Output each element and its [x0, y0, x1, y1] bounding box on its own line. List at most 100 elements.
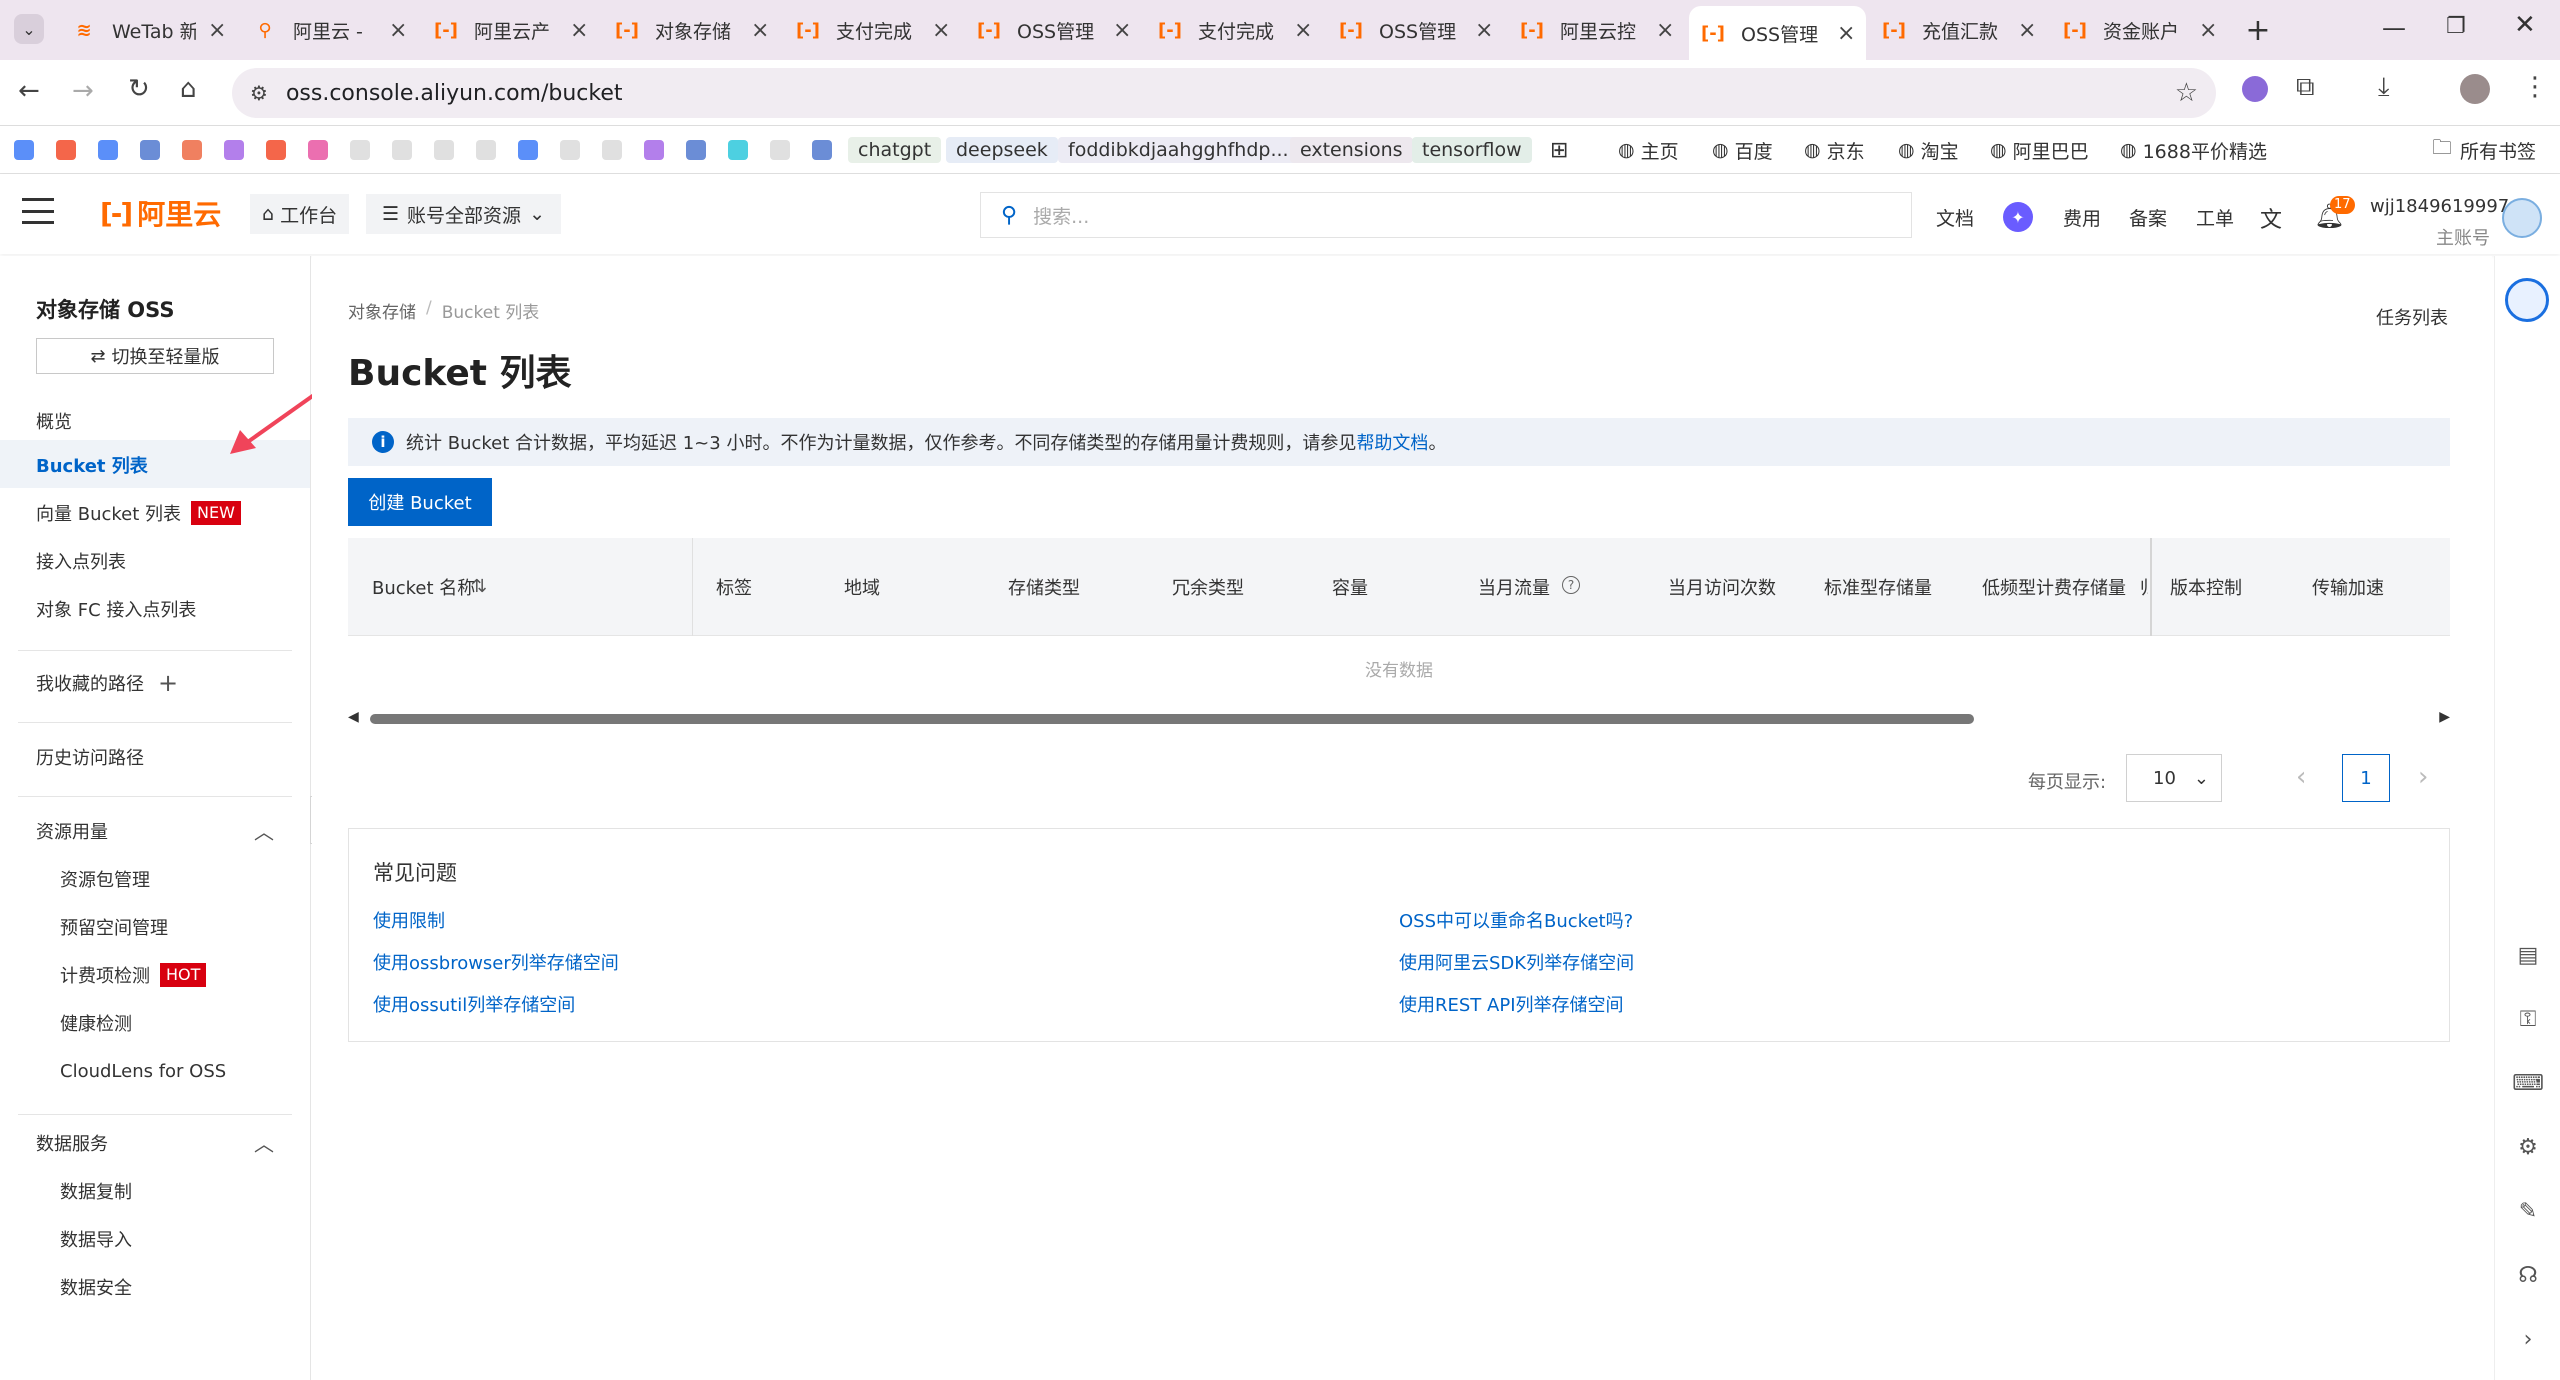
extensions-puzzle-icon[interactable]: ⧉: [2296, 72, 2315, 103]
global-search-input[interactable]: ⚲ 搜索...: [980, 192, 1912, 238]
profile-avatar[interactable]: [2460, 74, 2490, 104]
close-icon[interactable]: ×: [2018, 18, 2036, 43]
close-icon[interactable]: ×: [1113, 18, 1131, 43]
download-icon[interactable]: ⤓: [2378, 72, 2390, 103]
close-icon[interactable]: ×: [1475, 18, 1493, 43]
page-number-current[interactable]: 1: [2342, 754, 2390, 802]
scroll-thumb[interactable]: [370, 714, 1974, 724]
sidebar-item-import[interactable]: 数据导入: [60, 1224, 132, 1254]
faq-link[interactable]: 使用REST API列举存储空间: [1399, 991, 1624, 1017]
sidebar-group-data[interactable]: 数据服务: [36, 1128, 108, 1158]
close-icon[interactable]: ×: [1656, 18, 1674, 43]
url-text[interactable]: oss.console.aliyun.com/bucket: [286, 81, 623, 106]
api-icon[interactable]: ⚿: [2513, 1004, 2543, 1034]
bookmark-chip[interactable]: chatgpt: [848, 136, 942, 164]
prev-page-icon[interactable]: ‹: [2296, 762, 2306, 792]
bookmark-favicon-icon[interactable]: [770, 136, 790, 164]
scroll-right-icon[interactable]: ▶: [2439, 709, 2450, 725]
forward-icon[interactable]: →: [72, 76, 94, 106]
task-list-link[interactable]: 任务列表: [2376, 304, 2448, 330]
bookmark-favicon-icon[interactable]: [56, 136, 76, 164]
bookmark-favicon-icon[interactable]: [224, 136, 244, 164]
chevron-up-icon[interactable]: ︿: [254, 816, 274, 845]
chevron-up-icon[interactable]: ︿: [254, 1128, 274, 1157]
bookmark-favicon-icon[interactable]: [434, 136, 454, 164]
back-icon[interactable]: ←: [18, 76, 40, 106]
header-link-icp[interactable]: 备案: [2129, 204, 2167, 231]
tab-search-button[interactable]: ⌄: [14, 14, 44, 44]
bookmark-favicon-icon[interactable]: [14, 136, 34, 164]
next-page-icon[interactable]: ›: [2418, 762, 2428, 792]
notes-icon[interactable]: ▤: [2513, 940, 2543, 970]
bookmark-favicon-icon[interactable]: [392, 136, 412, 164]
workbench-button[interactable]: ⌂ 工作台: [250, 194, 350, 234]
close-icon[interactable]: ×: [932, 18, 950, 43]
sidebar-item-cloudlens[interactable]: CloudLens for OSS: [60, 1056, 226, 1086]
resource-scope-dropdown[interactable]: ☰ 账号全部资源 ⌄: [366, 194, 561, 234]
bookmark-site[interactable]: ◍ 1688平价精选: [2120, 136, 2267, 164]
new-tab-button[interactable]: +: [2240, 12, 2276, 48]
sidebar-item-favorites[interactable]: 我收藏的路径 +: [36, 668, 178, 698]
browser-tab[interactable]: [-] 资金账户 ×: [2051, 8, 2228, 52]
bookmark-favicon-icon[interactable]: [308, 136, 328, 164]
browser-tab[interactable]: [-] OSS管理 ×: [1327, 8, 1504, 52]
sidebar-item-access-points[interactable]: 接入点列表: [36, 546, 126, 576]
browser-menu-icon[interactable]: ⋮: [2522, 72, 2548, 102]
sort-icon[interactable]: ⇅: [472, 576, 487, 597]
ai-assistant-icon[interactable]: ✦: [2003, 202, 2033, 232]
header-link-billing[interactable]: 费用: [2063, 204, 2101, 231]
close-window-icon[interactable]: ✕: [2514, 10, 2536, 40]
close-icon[interactable]: ×: [2199, 18, 2217, 43]
translate-icon[interactable]: 文: [2260, 202, 2282, 234]
sidebar-item-history[interactable]: 历史访问路径: [36, 742, 144, 772]
browser-tab[interactable]: [-] OSS管理 ×: [1689, 6, 1866, 60]
browser-tab[interactable]: [-] 阿里云控 ×: [1508, 8, 1685, 52]
header-link-docs[interactable]: 文档: [1936, 204, 1974, 231]
scroll-left-icon[interactable]: ◀: [348, 709, 359, 725]
sidebar-group-resource[interactable]: 资源用量: [36, 816, 108, 846]
table-hscroll[interactable]: ◀ ▶: [348, 709, 2450, 726]
browser-tab[interactable]: [-] 对象存储 ×: [603, 8, 780, 52]
close-icon[interactable]: ×: [1837, 21, 1855, 46]
minimize-icon[interactable]: —: [2382, 14, 2406, 42]
bookmark-favicon-icon[interactable]: [728, 136, 748, 164]
browser-tab[interactable]: [-] 充值汇款 ×: [1870, 8, 2047, 52]
faq-link[interactable]: 使用ossutil列举存储空间: [373, 991, 575, 1017]
bookmark-favicon-icon[interactable]: [602, 136, 622, 164]
terminal-icon[interactable]: ⌨: [2512, 1068, 2544, 1098]
bookmark-site[interactable]: ◍ 阿里巴巴: [1990, 136, 2089, 164]
sidebar-item-package[interactable]: 资源包管理: [60, 864, 150, 894]
sidebar-item-replication[interactable]: 数据复制: [60, 1176, 132, 1206]
faq-link[interactable]: OSS中可以重命名Bucket吗?: [1399, 907, 1633, 933]
apps-grid-icon[interactable]: ⊞: [1550, 136, 1568, 164]
close-icon[interactable]: ×: [570, 18, 588, 43]
browser-tab[interactable]: [-] OSS管理 ×: [965, 8, 1142, 52]
bookmark-favicon-icon[interactable]: [644, 136, 664, 164]
bookmark-favicon-icon[interactable]: [140, 136, 160, 164]
chevron-right-icon[interactable]: ›: [2513, 1324, 2543, 1354]
header-link-ticket[interactable]: 工单: [2196, 204, 2234, 231]
add-icon[interactable]: +: [158, 669, 178, 697]
restore-icon[interactable]: ❐: [2446, 14, 2466, 39]
bookmark-chip[interactable]: tensorflow: [1412, 136, 1532, 164]
username[interactable]: wjj1849619997: [2370, 196, 2509, 217]
home-icon[interactable]: ⌂: [180, 74, 197, 104]
robot-assistant-icon[interactable]: [2505, 278, 2549, 322]
edit-icon[interactable]: ✎: [2513, 1196, 2543, 1226]
browser-tab[interactable]: ≋ WeTab 新 ×: [60, 8, 237, 52]
all-bookmarks[interactable]: 🗀 所有书签: [2432, 135, 2536, 164]
sidebar-item-vector-bucket[interactable]: 向量 Bucket 列表 NEW: [36, 498, 241, 528]
sidebar-item-reserved[interactable]: 预留空间管理: [60, 912, 168, 942]
close-icon[interactable]: ×: [1294, 18, 1312, 43]
bookmark-favicon-icon[interactable]: [266, 136, 286, 164]
bookmark-chip[interactable]: extensions: [1290, 136, 1413, 164]
close-icon[interactable]: ×: [751, 18, 769, 43]
browser-tab[interactable]: ⚲ 阿里云 - ×: [241, 8, 418, 52]
sidebar-item-overview[interactable]: 概览: [36, 406, 72, 436]
faq-link[interactable]: 使用阿里云SDK列举存储空间: [1399, 949, 1634, 975]
bookmark-favicon-icon[interactable]: [686, 136, 706, 164]
sidebar-item-health[interactable]: 健康检测: [60, 1008, 132, 1038]
url-bar[interactable]: ⚙ oss.console.aliyun.com/bucket ☆: [232, 68, 2216, 118]
bookmark-star-icon[interactable]: ☆: [2175, 78, 2198, 108]
faq-link[interactable]: 使用ossbrowser列举存储空间: [373, 949, 619, 975]
